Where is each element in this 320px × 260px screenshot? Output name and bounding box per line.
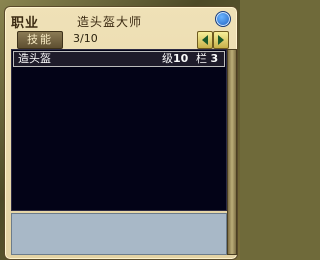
chevron-left-icon: [202, 35, 208, 45]
scrollbar[interactable]: [227, 49, 237, 255]
profession-window: 职业 造头盔大师 技能 3/10 造头盔 级10 栏 3: [4, 6, 238, 260]
skill-count: 3/10: [73, 32, 98, 45]
skill-level: 级10: [162, 52, 188, 66]
window-title: 职业: [11, 16, 40, 31]
level-label: 级: [162, 52, 173, 65]
description-panel: [11, 213, 227, 255]
header-row: 技能 3/10: [11, 31, 233, 49]
next-page-button[interactable]: [213, 31, 229, 49]
level-value: 10: [173, 52, 189, 65]
slot-label: 栏: [196, 52, 207, 65]
chevron-right-icon: [218, 35, 224, 45]
window-subtitle: 造头盔大师: [77, 15, 143, 29]
tab-skills[interactable]: 技能: [17, 31, 63, 49]
skill-slot: 栏 3: [196, 52, 218, 66]
skill-name: 造头盔: [18, 52, 51, 65]
skill-list: 造头盔 级10 栏 3: [11, 49, 227, 211]
list-item[interactable]: 造头盔 级10 栏 3: [13, 51, 225, 67]
slot-value: 3: [210, 52, 219, 65]
close-icon[interactable]: [215, 11, 231, 27]
prev-page-button[interactable]: [197, 31, 213, 49]
